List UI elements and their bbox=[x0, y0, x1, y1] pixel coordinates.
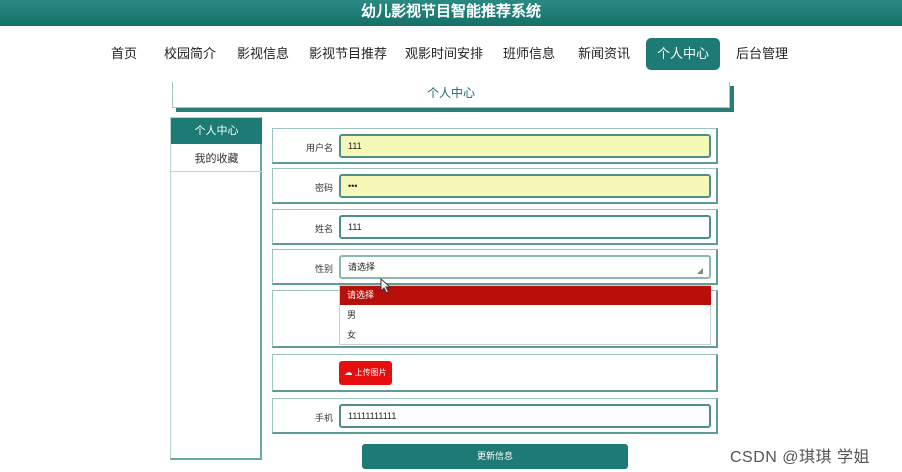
gender-dropdown: 请选择 男 女 bbox=[339, 285, 711, 345]
top-nav: 首页 校园简介 影视信息 影视节目推荐 观影时间安排 班师信息 新闻资讯 个人中… bbox=[0, 26, 902, 84]
phone-input[interactable]: 11111111111 bbox=[339, 404, 711, 428]
password-label: 密码 bbox=[314, 183, 333, 193]
upload-button-label: 上传图片 bbox=[354, 368, 387, 377]
gender-option-female[interactable]: 女 bbox=[340, 326, 386, 345]
section-title: 个人中心 bbox=[172, 82, 730, 108]
app-title: 幼儿影视节目智能推荐系统 bbox=[360, 3, 541, 20]
gender-label: 性别 bbox=[314, 264, 333, 274]
form-row-username: 用户名 111 bbox=[272, 128, 718, 164]
nav-item-viewing-schedule[interactable]: 观影时间安排 bbox=[404, 38, 484, 70]
chevron-down-icon: ◢ bbox=[696, 266, 703, 275]
form-row-gender: 性别 请选择 ◢ bbox=[272, 249, 718, 285]
form-row-password: 密码 ••• bbox=[272, 168, 718, 204]
form-row-phone: 手机 11111111111 bbox=[272, 398, 718, 434]
upload-image-button[interactable]: ☁ 上传图片 bbox=[339, 361, 392, 385]
nav-item-program-recommend[interactable]: 影视节目推荐 bbox=[308, 38, 388, 70]
form-row-name: 姓名 111 bbox=[272, 209, 718, 245]
gender-option-placeholder[interactable]: 请选择 bbox=[340, 286, 711, 305]
phone-label: 手机 bbox=[314, 413, 333, 423]
gender-select[interactable]: 请选择 ◢ bbox=[339, 255, 711, 279]
nav-item-home[interactable]: 首页 bbox=[104, 38, 144, 70]
nav-item-admin[interactable]: 后台管理 bbox=[733, 38, 791, 70]
cloud-upload-icon: ☁ bbox=[344, 368, 353, 377]
name-input[interactable]: 111 bbox=[339, 215, 711, 239]
nav-item-personal-center[interactable]: 个人中心 bbox=[646, 38, 720, 70]
sidebar-item-my-favorites[interactable]: 我的收藏 bbox=[171, 146, 262, 172]
name-label: 姓名 bbox=[314, 224, 333, 234]
mouse-cursor-icon bbox=[380, 278, 392, 294]
password-input[interactable]: ••• bbox=[339, 174, 711, 198]
nav-item-teacher-info[interactable]: 班师信息 bbox=[500, 38, 558, 70]
gender-option-male[interactable]: 男 bbox=[340, 306, 386, 325]
sidebar: 个人中心 我的收藏 bbox=[170, 117, 262, 460]
sidebar-item-personal-center[interactable]: 个人中心 bbox=[171, 118, 262, 144]
nav-item-film-info[interactable]: 影视信息 bbox=[235, 38, 291, 70]
username-input[interactable]: 111 bbox=[339, 134, 711, 158]
nav-item-news[interactable]: 新闻资讯 bbox=[575, 38, 633, 70]
gender-select-value: 请选择 bbox=[348, 262, 376, 272]
watermark: CSDN @琪琪 学姐 bbox=[730, 449, 870, 466]
nav-item-campus-intro[interactable]: 校园简介 bbox=[162, 38, 218, 70]
app-title-bar: 幼儿影视节目智能推荐系统 bbox=[0, 0, 902, 26]
username-label: 用户名 bbox=[305, 143, 333, 153]
update-info-button[interactable]: 更新信息 bbox=[362, 444, 628, 469]
